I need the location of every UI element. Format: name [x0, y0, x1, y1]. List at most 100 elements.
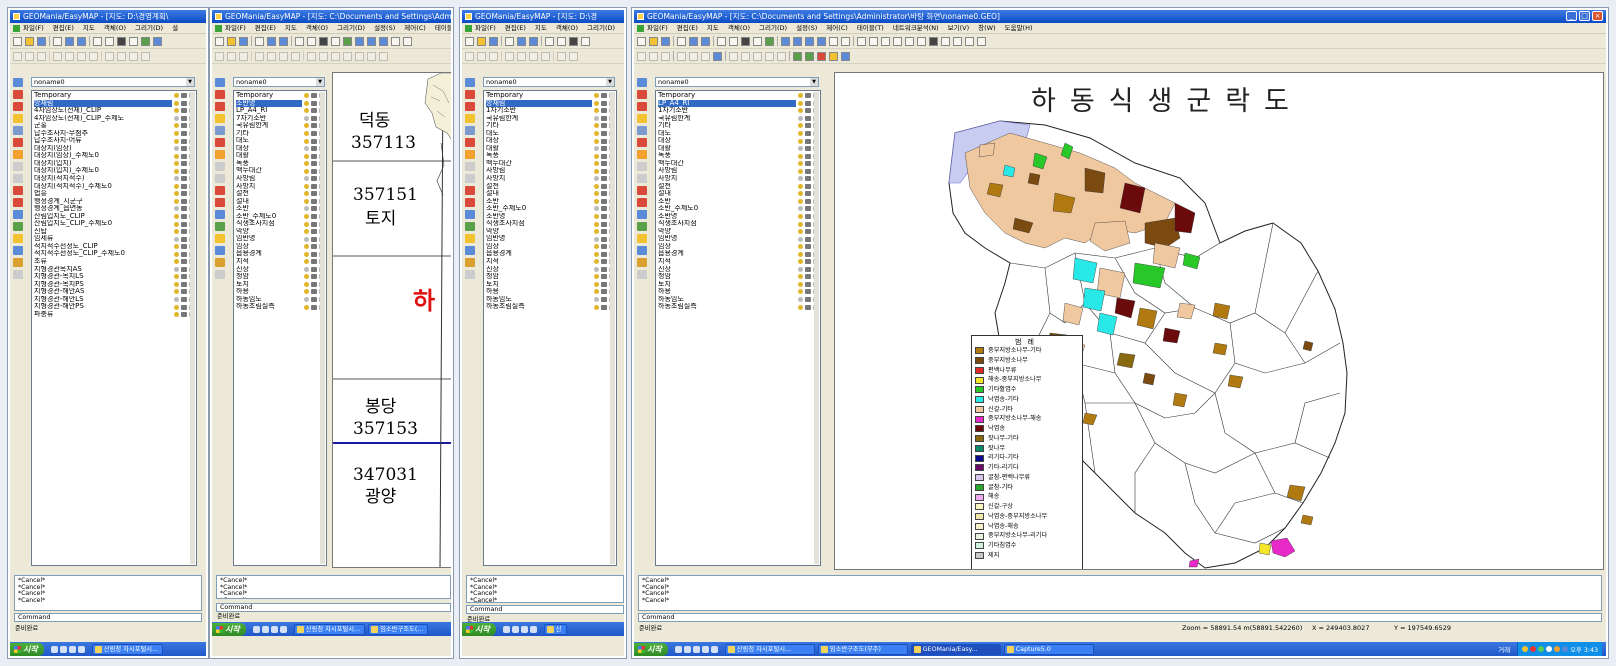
edit-lock-icon[interactable] [805, 281, 811, 287]
edit-lock-icon[interactable] [601, 183, 607, 189]
visibility-bulb-icon[interactable] [174, 168, 179, 174]
layer-item[interactable]: 하용 [486, 288, 615, 296]
layer-item[interactable]: 사방지 [236, 183, 325, 191]
menu-object[interactable]: 객체(O) [306, 23, 328, 33]
visibility-bulb-icon[interactable] [304, 266, 309, 272]
menu-draw[interactable]: 그리기(D) [337, 23, 365, 33]
visibility-bulb-icon[interactable] [798, 191, 803, 197]
visibility-bulb-icon[interactable] [594, 161, 599, 167]
layer-item[interactable]: 대상지(임상)_주제도0 [34, 152, 195, 160]
visibility-bulb-icon[interactable] [174, 93, 179, 99]
ie-icon[interactable] [502, 625, 510, 633]
menu-object[interactable]: 객체(O) [556, 23, 578, 33]
layer-item[interactable]: 파충류 [34, 311, 195, 319]
layer-item[interactable]: 지형경관-목지PS [34, 281, 195, 289]
target-icon[interactable] [637, 246, 647, 255]
target-icon[interactable] [215, 246, 225, 255]
edit-tool-icon[interactable] [741, 51, 750, 61]
edit-lock-icon[interactable] [805, 138, 811, 144]
menu-edit[interactable]: 편집(E) [53, 23, 74, 33]
menu-settings[interactable]: 설정(S) [796, 23, 817, 33]
edit-lock-icon[interactable] [601, 146, 607, 152]
edit-tool-icon[interactable] [569, 51, 578, 61]
edit-lock-icon[interactable] [311, 244, 317, 250]
attribute-icon[interactable] [893, 36, 902, 46]
edit-lock-icon[interactable] [311, 198, 317, 204]
edit-tool-icon[interactable] [753, 51, 762, 61]
visibility-bulb-icon[interactable] [304, 289, 309, 295]
edit-lock-icon[interactable] [181, 115, 187, 121]
visibility-bulb-icon[interactable] [174, 146, 179, 152]
visibility-bulb-icon[interactable] [798, 138, 803, 144]
visibility-bulb-icon[interactable] [174, 108, 179, 114]
edit-lock-icon[interactable] [181, 266, 187, 272]
edit-lock-icon[interactable] [601, 176, 607, 182]
visibility-bulb-icon[interactable] [594, 259, 599, 265]
visibility-bulb-icon[interactable] [174, 161, 179, 167]
layer-item[interactable]: 1차기소반 [486, 107, 615, 115]
menu-draw[interactable]: 그리기(D) [135, 23, 163, 33]
layer-item[interactable]: 설내 [658, 190, 819, 198]
visibility-bulb-icon[interactable] [304, 297, 309, 303]
layer-item[interactable]: 설천 [658, 183, 819, 191]
visibility-bulb-icon[interactable] [174, 221, 179, 227]
edit-lock-icon[interactable] [181, 153, 187, 159]
visibility-bulb-icon[interactable] [798, 123, 803, 129]
link-icon[interactable] [215, 210, 225, 219]
new-icon[interactable] [215, 36, 224, 46]
help-icon[interactable] [741, 36, 750, 46]
layer-item[interactable]: 소반명 [236, 99, 325, 108]
print-icon[interactable] [557, 36, 566, 46]
layer-item[interactable]: 소반_주제도0 [236, 213, 325, 221]
visibility-bulb-icon[interactable] [798, 108, 803, 114]
visibility-bulb-icon[interactable] [594, 198, 599, 204]
edit-lock-icon[interactable] [181, 289, 187, 295]
print-icon[interactable] [307, 36, 316, 46]
open-book-icon[interactable] [215, 114, 225, 123]
edit-lock-icon[interactable] [181, 281, 187, 287]
edit-lock-icon[interactable] [181, 229, 187, 235]
edit-lock-icon[interactable] [181, 191, 187, 197]
command-input[interactable]: Command [638, 613, 1602, 622]
taskbar-item[interactable]: 임소반구조도(무주) [817, 643, 908, 655]
title-bar[interactable]: GEOMania/EasyMAP - [지도: D:\경 [462, 10, 624, 23]
visibility-bulb-icon[interactable] [594, 281, 599, 287]
move-icon[interactable] [215, 138, 225, 147]
layer-item[interactable]: 식생조사지점 [236, 220, 325, 228]
edit-lock-icon[interactable] [601, 153, 607, 159]
menu-settings[interactable]: 설 [172, 23, 178, 33]
layer-item[interactable]: 산림입지도_CLIP_주제도0 [34, 220, 195, 228]
edit-lock-icon[interactable] [181, 214, 187, 220]
layer-add-icon[interactable] [215, 78, 225, 87]
refresh-icon[interactable] [391, 36, 400, 46]
visibility-bulb-icon[interactable] [594, 229, 599, 235]
hand-icon[interactable] [403, 36, 412, 46]
layer-item[interactable]: 임반명 [236, 235, 325, 243]
layer-item[interactable]: 녹풍 [658, 152, 819, 160]
visibility-bulb-icon[interactable] [304, 214, 309, 220]
visibility-bulb-icon[interactable] [798, 214, 803, 220]
layer-item[interactable]: 설천 [486, 183, 615, 191]
scrollbar[interactable] [190, 92, 195, 564]
edit-lock-icon[interactable] [181, 312, 187, 318]
visibility-bulb-icon[interactable] [174, 153, 179, 159]
cross-icon[interactable] [13, 150, 23, 159]
edit-lock-icon[interactable] [805, 153, 811, 159]
link-icon[interactable] [13, 210, 23, 219]
cut-icon[interactable] [13, 198, 23, 207]
select-icon[interactable] [581, 36, 590, 46]
visibility-bulb-icon[interactable] [304, 168, 309, 174]
cut-icon[interactable] [465, 186, 475, 195]
edit-lock-icon[interactable] [311, 123, 317, 129]
layer-item[interactable]: Temporary [34, 92, 195, 100]
edit-tool-icon[interactable] [541, 51, 550, 61]
cut-icon[interactable] [215, 198, 225, 207]
open-icon[interactable] [649, 36, 658, 46]
layer-item[interactable]: 읍용경계 [236, 250, 325, 258]
link-icon[interactable] [637, 210, 647, 219]
layer-item[interactable]: 악양 [486, 228, 615, 236]
visibility-bulb-icon[interactable] [798, 183, 803, 189]
map-selector[interactable]: noname0 ▼ [233, 77, 325, 87]
edit-lock-icon[interactable] [181, 146, 187, 152]
pan-icon[interactable] [279, 36, 288, 46]
